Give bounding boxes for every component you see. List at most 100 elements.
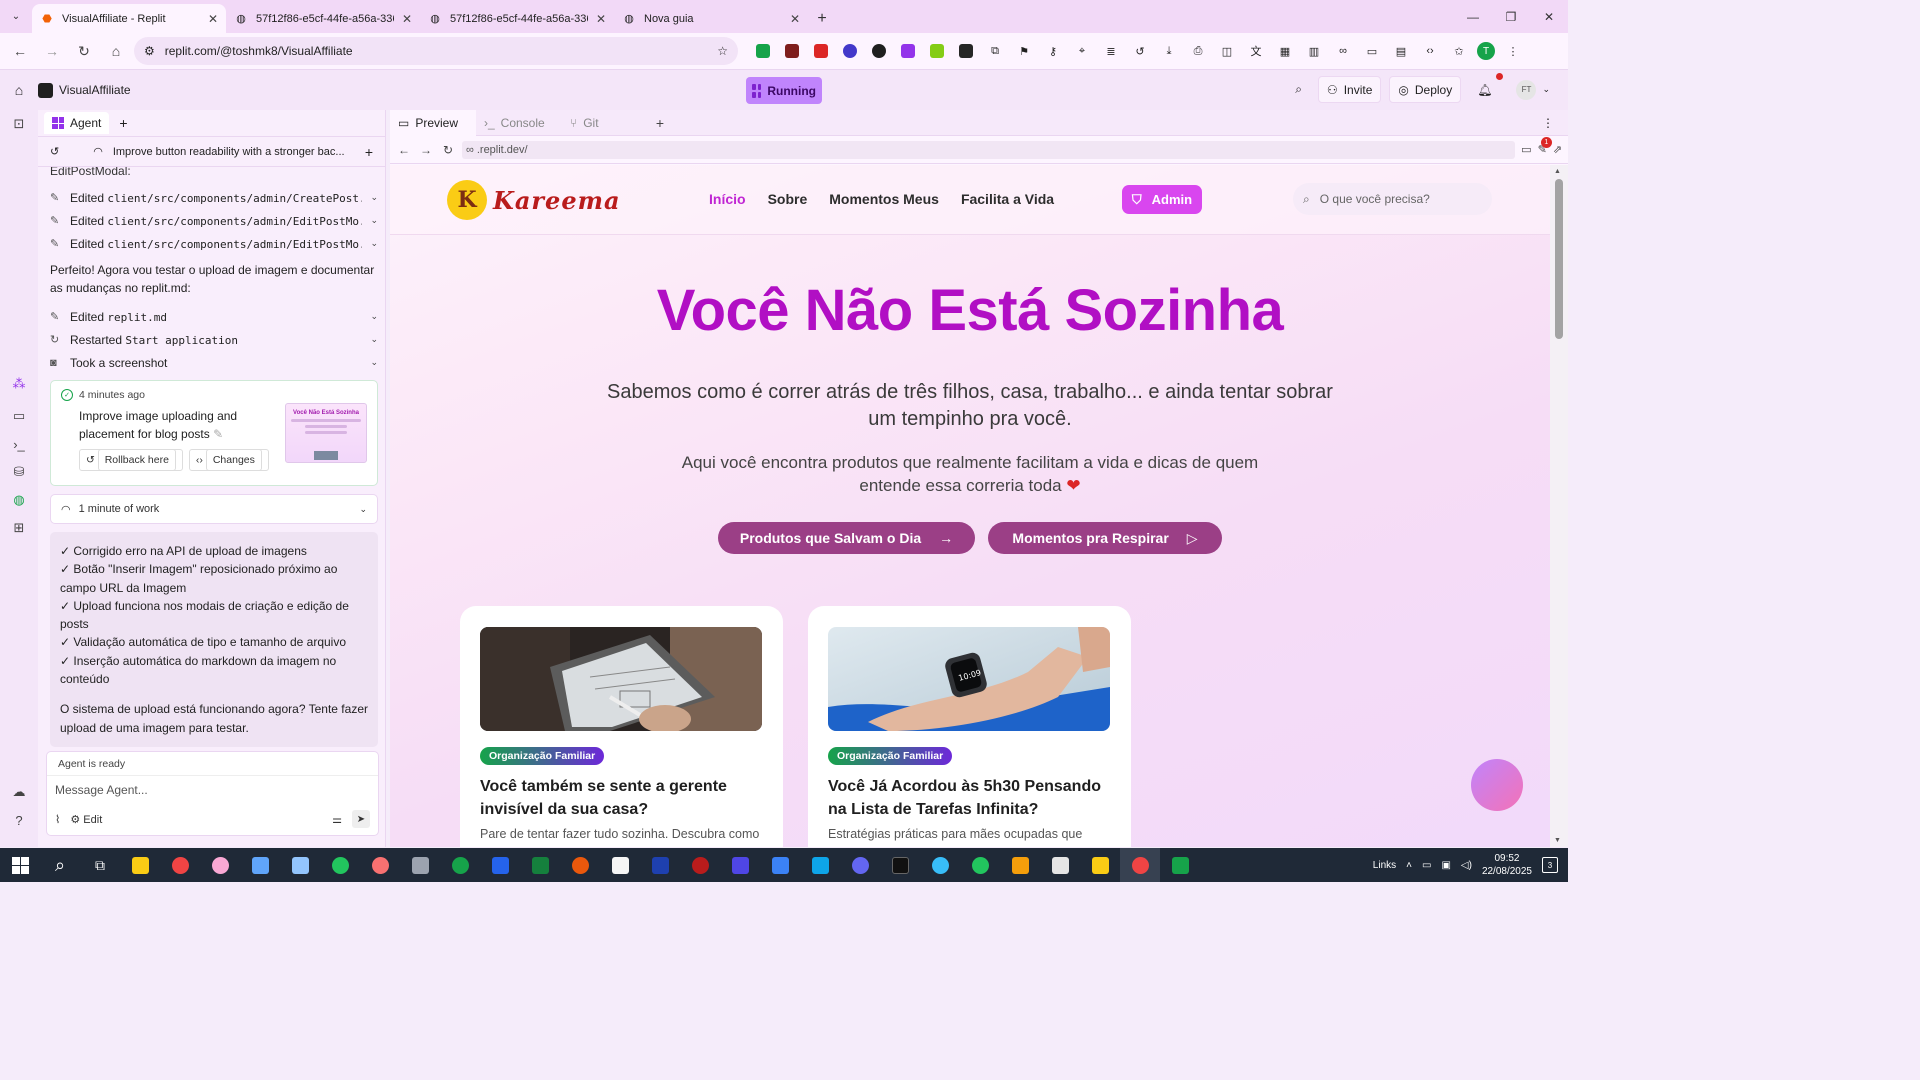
- reload-icon[interactable]: ↻: [440, 143, 456, 157]
- search-icon[interactable]: ⌕: [1287, 76, 1310, 103]
- more-menu-icon[interactable]: ⋮: [1502, 40, 1524, 62]
- send-icon[interactable]: ➤: [352, 810, 370, 828]
- taskbar-app-icon[interactable]: [1000, 848, 1040, 882]
- scrollbar-thumb[interactable]: [1555, 179, 1563, 339]
- close-window-icon[interactable]: ✕: [1530, 0, 1568, 33]
- site-search-input[interactable]: ⌕ O que você precisa?: [1293, 183, 1492, 215]
- history-icon[interactable]: ↺: [1129, 40, 1151, 62]
- admin-button[interactable]: ⛉ Admin: [1122, 185, 1202, 214]
- browser-tab-4[interactable]: ◍ Nova guia ✕: [614, 4, 808, 33]
- qr-icon[interactable]: ▦: [1274, 40, 1296, 62]
- forward-icon[interactable]: →: [418, 143, 434, 157]
- address-bar[interactable]: ⚙ replit.com/@toshmk8/VisualAffiliate ☆: [134, 37, 738, 65]
- tab-git[interactable]: ⑂ Git: [562, 110, 648, 136]
- tray-chevron-up-icon[interactable]: ˄: [1406, 860, 1412, 871]
- database-icon[interactable]: ⛁: [0, 458, 38, 486]
- search-icon[interactable]: ⌕: [40, 848, 80, 882]
- action-row[interactable]: ◙ Took a screenshot ⌄: [50, 351, 378, 374]
- tab-preview[interactable]: ▭ Preview: [390, 109, 476, 136]
- profile-avatar[interactable]: T: [1477, 42, 1495, 60]
- taskbar-app-icon[interactable]: [920, 848, 960, 882]
- preview-scrollbar[interactable]: ▲ ▼: [1550, 165, 1568, 847]
- category-badge[interactable]: Organização Familiar: [828, 747, 953, 765]
- checkpoint-screenshot-thumbnail[interactable]: Você Não Está Sozinha: [285, 403, 367, 463]
- blog-card[interactable]: 10:09 Organização Familiar Você Já Acord…: [808, 606, 1131, 847]
- scroll-down-icon[interactable]: ▼: [1554, 837, 1561, 844]
- project-switcher[interactable]: VisualAffiliate: [38, 82, 131, 98]
- extension-icon[interactable]: [752, 40, 774, 62]
- forward-icon[interactable]: →: [38, 37, 66, 65]
- more-options-icon[interactable]: ⋮: [1542, 116, 1554, 130]
- files-icon[interactable]: ⊡: [0, 110, 38, 138]
- taskbar-app-icon[interactable]: [320, 848, 360, 882]
- close-tab-icon[interactable]: ✕: [402, 12, 412, 26]
- menu-item-inicio[interactable]: Início: [709, 191, 746, 207]
- browser-tab-1[interactable]: ⬣ VisualAffiliate - Replit ✕: [32, 4, 226, 33]
- paperclip-icon[interactable]: ⌇: [55, 813, 60, 826]
- print-icon[interactable]: ⎙: [1187, 40, 1209, 62]
- browser-tab-3[interactable]: ◍ 57f12f86-e5cf-44fe-a56a-336b ✕: [420, 4, 614, 33]
- devices-icon[interactable]: ▭: [1521, 143, 1531, 156]
- preview-url-input[interactable]: ∞ .replit.dev/: [462, 140, 1516, 159]
- battery-icon[interactable]: ▭: [1422, 860, 1431, 871]
- help-icon[interactable]: ?: [0, 806, 38, 834]
- taskbar-app-icon[interactable]: [200, 848, 240, 882]
- work-summary-toggle[interactable]: ◠ 1 minute of work ⌄: [50, 494, 378, 524]
- new-thread-icon[interactable]: +: [365, 144, 373, 160]
- restore-icon[interactable]: ❐: [1492, 0, 1530, 33]
- clock[interactable]: 09:52 22/08/2025: [1482, 852, 1532, 878]
- extension-icon[interactable]: [897, 40, 919, 62]
- card-title[interactable]: Você também se sente a gerente invisível…: [480, 775, 762, 821]
- site-info-icon[interactable]: ⚙: [144, 44, 155, 58]
- add-tab-icon[interactable]: +: [648, 115, 672, 131]
- taskbar-app-icon[interactable]: [720, 848, 760, 882]
- google-drive-icon[interactable]: [1080, 848, 1120, 882]
- taskbar-app-icon[interactable]: [280, 848, 320, 882]
- chevron-down-icon[interactable]: ⌄: [370, 357, 378, 368]
- close-tab-icon[interactable]: ✕: [596, 12, 606, 26]
- action-row[interactable]: ↻ Restarted Start application ⌄: [50, 328, 378, 351]
- excel-icon[interactable]: [520, 848, 560, 882]
- chevron-down-icon[interactable]: ⌄: [370, 238, 378, 249]
- close-tab-icon[interactable]: ✕: [790, 12, 800, 26]
- tab-search-chevron-icon[interactable]: ⌄: [0, 0, 32, 33]
- chrome-active-icon[interactable]: [1120, 848, 1160, 882]
- taskbar-app-icon[interactable]: [1040, 848, 1080, 882]
- blog-card[interactable]: Organização Familiar Você também se sent…: [460, 606, 783, 847]
- history-icon[interactable]: ↺: [50, 145, 59, 158]
- terminal-icon[interactable]: [880, 848, 920, 882]
- powershell-icon[interactable]: [640, 848, 680, 882]
- chevron-down-icon[interactable]: ⌄: [370, 215, 378, 226]
- preview-icon[interactable]: ▭: [0, 402, 38, 430]
- translate-icon[interactable]: 文: [1245, 40, 1267, 62]
- settings-sliders-icon[interactable]: ⚌: [332, 813, 342, 826]
- new-tab-button[interactable]: +: [808, 4, 836, 33]
- sidebar-icon[interactable]: ▥: [1303, 40, 1325, 62]
- account-menu[interactable]: FT ⌄: [1508, 76, 1558, 103]
- theme-icon[interactable]: ☁: [0, 778, 38, 806]
- table-icon[interactable]: ▤: [1390, 40, 1412, 62]
- products-cta-button[interactable]: Produtos que Salvam o Dia →: [718, 522, 975, 554]
- home-icon[interactable]: ⌂: [0, 82, 38, 98]
- notepad-icon[interactable]: [600, 848, 640, 882]
- extension-icon[interactable]: [868, 40, 890, 62]
- cast-icon[interactable]: ▭: [1361, 40, 1383, 62]
- chevron-down-icon[interactable]: ⌄: [370, 192, 378, 203]
- taskbar-app-icon[interactable]: [440, 848, 480, 882]
- chrome-icon[interactable]: [960, 848, 1000, 882]
- back-icon[interactable]: ←: [6, 37, 34, 65]
- taskbar-app-icon[interactable]: [400, 848, 440, 882]
- menu-item-momentos[interactable]: Momentos Meus: [829, 191, 939, 207]
- screenshot-icon[interactable]: ◫: [1216, 40, 1238, 62]
- tab-console[interactable]: ›_ Console: [476, 110, 562, 136]
- chevron-down-icon[interactable]: ⌄: [370, 311, 378, 322]
- edit-action-row[interactable]: ✎ Edited client/src/components/admin/Edi…: [50, 232, 378, 255]
- menu-item-sobre[interactable]: Sobre: [768, 191, 808, 207]
- extension-icon[interactable]: [926, 40, 948, 62]
- powerpoint-icon[interactable]: [560, 848, 600, 882]
- favorites-icon[interactable]: ✩: [1448, 40, 1470, 62]
- taskbar-app-icon[interactable]: [1160, 848, 1200, 882]
- scroll-up-icon[interactable]: ▲: [1554, 168, 1561, 175]
- word-icon[interactable]: [480, 848, 520, 882]
- bookmark-star-icon[interactable]: ☆: [717, 44, 728, 58]
